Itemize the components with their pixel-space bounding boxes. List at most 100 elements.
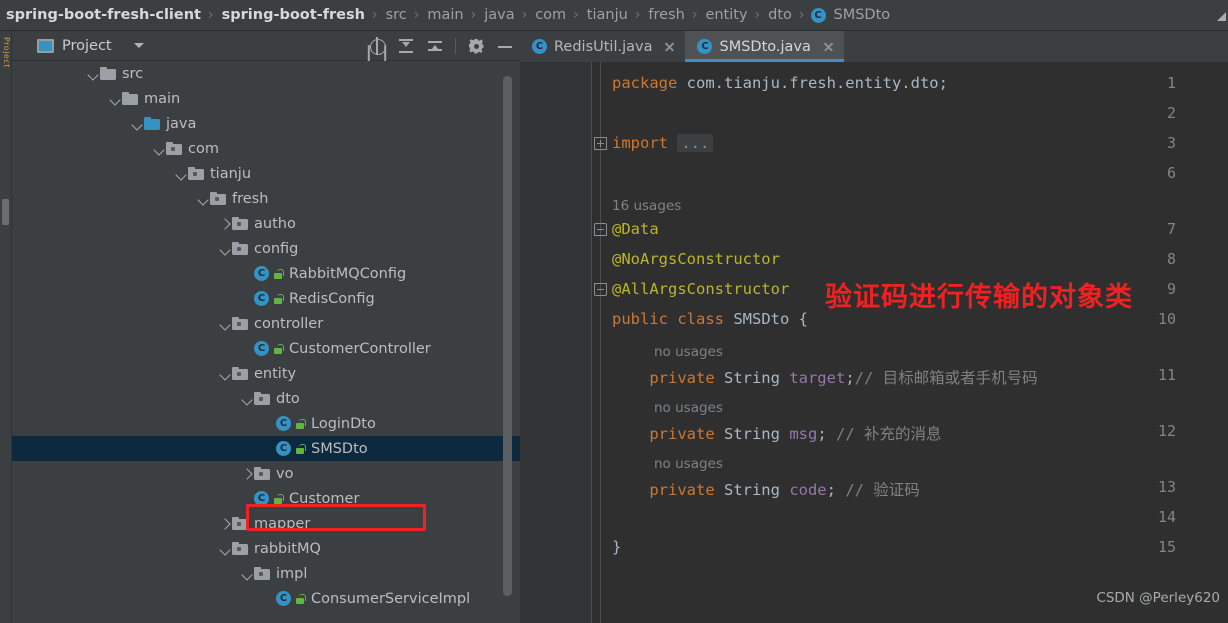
line-number: 13 bbox=[1157, 478, 1176, 496]
tree-item-rabbitmqconfig[interactable]: RabbitMQConfig bbox=[12, 261, 520, 286]
tree-arrow-spacer bbox=[240, 342, 254, 356]
tree-item-vo[interactable]: vo bbox=[12, 461, 520, 486]
minimize-icon[interactable] bbox=[496, 37, 514, 55]
tree-item-rabbitmq[interactable]: rabbitMQ bbox=[12, 536, 520, 561]
tool-window-button-project[interactable]: Project bbox=[1, 37, 11, 99]
tree-arrow-spacer bbox=[240, 267, 254, 281]
tree-item-redisconfig[interactable]: RedisConfig bbox=[12, 286, 520, 311]
tree-item-label: config bbox=[254, 240, 299, 257]
public-lock-icon bbox=[295, 443, 306, 455]
code-token: // 验证码 bbox=[845, 481, 920, 499]
project-tree[interactable]: srcmain java com tianju fresh autho config Rabb… bbox=[12, 61, 520, 623]
chevron-down-icon[interactable] bbox=[218, 242, 232, 256]
tool-window-button-structure[interactable] bbox=[2, 199, 9, 225]
tree-item-label: RedisConfig bbox=[289, 290, 375, 307]
chevron-down-icon[interactable] bbox=[174, 167, 188, 181]
breadcrumb-item-spring-boot-fresh-client[interactable]: spring-boot-fresh-client bbox=[4, 7, 203, 23]
breadcrumb-item-src[interactable]: src bbox=[384, 7, 409, 23]
editor-area: RedisUtil.javaSMSDto.java 12367891011121… bbox=[520, 31, 1228, 623]
tree-item-customercontroller[interactable]: CustomerController bbox=[12, 336, 520, 361]
project-tree-scrollbar[interactable] bbox=[503, 76, 512, 596]
chevron-down-icon[interactable] bbox=[240, 392, 254, 406]
tree-item-label: SMSDto bbox=[311, 440, 368, 457]
usage-hint[interactable]: no usages bbox=[654, 344, 723, 360]
tree-item-dto[interactable]: dto bbox=[12, 386, 520, 411]
collapse-all-icon[interactable] bbox=[426, 37, 444, 55]
breadcrumb-item-tianju[interactable]: tianju bbox=[585, 7, 630, 23]
breadcrumb-label: src bbox=[385, 7, 407, 23]
breadcrumb-item-entity[interactable]: entity bbox=[703, 7, 749, 23]
code-line: private String code; // 验证码 bbox=[612, 478, 920, 500]
breadcrumb-item-main[interactable]: main bbox=[425, 7, 465, 23]
close-icon[interactable] bbox=[663, 40, 676, 53]
breadcrumb-item-com[interactable]: com bbox=[533, 7, 568, 23]
tree-item-logindto[interactable]: LoginDto bbox=[12, 411, 520, 436]
locate-icon[interactable] bbox=[368, 37, 386, 55]
chevron-down-icon[interactable] bbox=[133, 43, 144, 48]
chevron-right-icon[interactable] bbox=[218, 517, 232, 531]
tree-item-tianju[interactable]: tianju bbox=[12, 161, 520, 186]
breadcrumb-item-dto[interactable]: dto bbox=[766, 7, 794, 23]
breadcrumb-label: entity bbox=[705, 7, 748, 23]
package-folder-icon bbox=[254, 567, 270, 580]
chevron-down-icon[interactable] bbox=[218, 367, 232, 381]
tree-item-main[interactable]: main bbox=[12, 86, 520, 111]
tree-item-com[interactable]: com bbox=[12, 136, 520, 161]
close-icon[interactable] bbox=[822, 40, 835, 53]
tree-item-java[interactable]: java bbox=[12, 111, 520, 136]
tree-item-icons bbox=[232, 242, 248, 255]
usage-hint[interactable]: no usages bbox=[654, 456, 723, 472]
usage-hint[interactable]: 16 usages bbox=[612, 198, 681, 214]
breadcrumb-item-smsdto[interactable]: SMSDto bbox=[810, 7, 893, 23]
expand-all-icon[interactable] bbox=[397, 37, 415, 55]
breadcrumb-label: com bbox=[535, 7, 567, 23]
breadcrumb-separator: › bbox=[413, 7, 420, 23]
breadcrumb-separator: › bbox=[691, 7, 698, 23]
code-token: } bbox=[612, 538, 622, 556]
tree-item-entity[interactable]: entity bbox=[12, 361, 520, 386]
chevron-right-icon[interactable] bbox=[240, 467, 254, 481]
code-token: @NoArgsConstructor bbox=[612, 250, 780, 268]
project-title-group[interactable]: Project bbox=[37, 38, 144, 54]
chevron-down-icon[interactable] bbox=[86, 67, 100, 81]
tree-item-autho[interactable]: autho bbox=[12, 211, 520, 236]
breadcrumb-item-java[interactable]: java bbox=[482, 7, 516, 23]
chevron-down-icon[interactable] bbox=[218, 542, 232, 556]
editor-tab-redisutil-java[interactable]: RedisUtil.java bbox=[520, 31, 685, 62]
line-number: 14 bbox=[1157, 508, 1176, 526]
fold-marker-bottom[interactable] bbox=[594, 283, 607, 296]
chevron-down-icon[interactable] bbox=[108, 92, 122, 106]
breadcrumb-item-spring-boot-fresh[interactable]: spring-boot-fresh bbox=[220, 7, 367, 23]
chevron-down-icon[interactable] bbox=[130, 117, 144, 131]
tree-item-smsdto[interactable]: SMSDto bbox=[12, 436, 520, 461]
code-token: String bbox=[723, 369, 790, 387]
tree-item-icons bbox=[188, 167, 204, 180]
breadcrumb-item-fresh[interactable]: fresh bbox=[646, 7, 686, 23]
chevron-down-icon[interactable] bbox=[240, 567, 254, 581]
chevron-down-icon[interactable] bbox=[196, 192, 210, 206]
usage-hint[interactable]: no usages bbox=[654, 400, 723, 416]
tree-item-impl[interactable]: impl bbox=[12, 561, 520, 586]
tree-item-customer[interactable]: Customer bbox=[12, 486, 520, 511]
folded-imports-placeholder[interactable]: ... bbox=[677, 134, 714, 152]
tree-item-mapper[interactable]: mapper bbox=[12, 511, 520, 536]
chevron-down-icon[interactable] bbox=[218, 317, 232, 331]
fold-marker-top[interactable] bbox=[594, 223, 607, 236]
code-line: @NoArgsConstructor bbox=[612, 250, 780, 268]
code-token: @AllArgsConstructor bbox=[612, 280, 790, 298]
tree-item-config[interactable]: config bbox=[12, 236, 520, 261]
tree-item-src[interactable]: src bbox=[12, 61, 520, 86]
chevron-right-icon[interactable] bbox=[218, 217, 232, 231]
breadcrumb-separator: › bbox=[470, 7, 477, 23]
tree-item-consumerserviceimpl[interactable]: ConsumerServiceImpl bbox=[12, 586, 520, 611]
package-dot bbox=[237, 247, 241, 251]
chevron-down-icon[interactable] bbox=[152, 142, 166, 156]
settings-gear-icon[interactable] bbox=[467, 37, 485, 55]
code-editor[interactable]: 1 2 3 6 7 8 9 10 11 12 13 14 15 package com.tianju.f… bbox=[520, 62, 1228, 623]
code-line: package com.tianju.fresh.entity.dto; bbox=[612, 74, 948, 92]
fold-marker-plus[interactable] bbox=[594, 137, 607, 150]
tree-item-fresh[interactable]: fresh bbox=[12, 186, 520, 211]
tree-item-controller[interactable]: controller bbox=[12, 311, 520, 336]
editor-tab-smsdto-java[interactable]: SMSDto.java bbox=[685, 31, 845, 62]
project-tool-window: Project src main java com tianju fresh autho co… bbox=[12, 31, 520, 623]
